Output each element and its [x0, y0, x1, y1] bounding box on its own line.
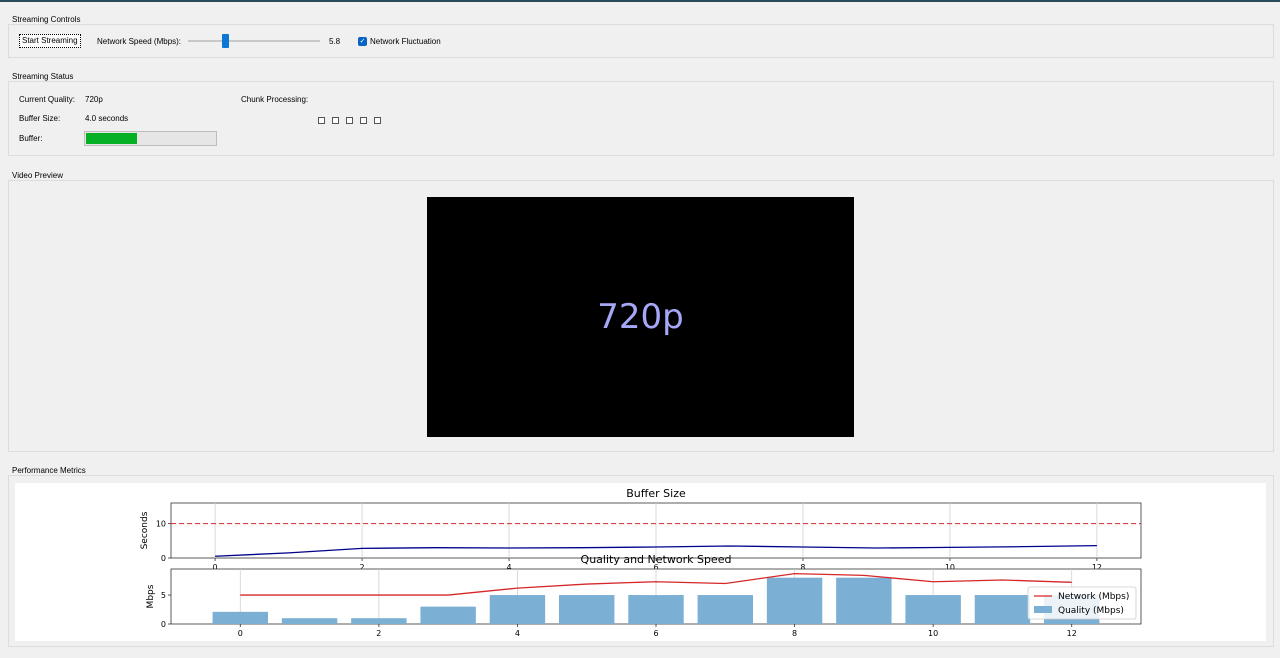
chunk-indicator	[346, 117, 353, 124]
legend-quality-label: Quality (Mbps)	[1058, 606, 1124, 616]
quality-bar	[351, 618, 407, 624]
quality-xtick-label: 0	[238, 629, 243, 638]
buffer-ytick-label: 0	[161, 554, 166, 563]
chunk-indicator	[332, 117, 339, 124]
quality-ytick-label: 0	[161, 620, 166, 629]
quality-bar	[766, 577, 823, 624]
buffer-progress-bar	[84, 131, 217, 146]
video-display: 720p	[427, 197, 854, 437]
buffer-size-value: 4.0 seconds	[85, 114, 129, 123]
network-fluctuation-checkbox[interactable]: ✓	[358, 37, 367, 46]
quality-bar	[281, 618, 338, 624]
chunk-processing-label: Chunk Processing:	[241, 95, 309, 104]
quality-xtick-label: 6	[653, 629, 658, 638]
buffer-progress-fill	[86, 133, 138, 144]
window-top-border	[0, 0, 1280, 2]
quality-bar	[420, 606, 476, 624]
quality-xtick-label: 12	[1067, 629, 1077, 638]
start-streaming-button[interactable]: Start Streaming	[19, 34, 81, 48]
buffer-size-label: Buffer Size:	[19, 114, 61, 123]
metrics-plot-panel: 0 2 4 6 8 10 12 0 10 Buffer Size Seconds 0 2 4 6 8 10 12 0…	[15, 483, 1266, 641]
quality-ytick-label: 5	[161, 591, 166, 600]
quality-xtick-label: 10	[928, 629, 938, 638]
buffer-ytick-label: 10	[156, 520, 166, 529]
network-speed-slider-thumb[interactable]	[221, 34, 229, 48]
streaming-status-title: Streaming Status	[10, 72, 76, 81]
legend-quality-swatch	[1034, 606, 1052, 613]
network-fluctuation-label[interactable]: Network Fluctuation	[370, 37, 441, 46]
performance-metrics-title: Performance Metrics	[10, 466, 88, 475]
buffer-ylabel: Seconds	[140, 511, 150, 549]
quality-xtick-label: 2	[376, 629, 381, 638]
quality-bar	[212, 611, 268, 624]
quality-bar	[559, 595, 615, 624]
legend-network-label: Network (Mbps)	[1058, 592, 1129, 602]
quality-xtick-label: 4	[515, 629, 520, 638]
metrics-figure: 0 2 4 6 8 10 12010Buffer SizeSeconds0 2 4 6 8 10 120…	[140, 487, 1142, 638]
quality-bar	[489, 595, 546, 624]
quality-bar	[974, 595, 1031, 624]
video-quality-text: 720p	[597, 297, 684, 337]
network-speed-value: 5.8	[329, 37, 341, 46]
quality-xtick-label: 8	[792, 629, 797, 638]
network-speed-label: Network Speed (Mbps):	[97, 37, 182, 46]
quality-bar	[836, 577, 892, 624]
video-preview-title: Video Preview	[10, 171, 65, 180]
quality-chart-title: Quality and Network Speed	[581, 553, 732, 566]
chunk-indicator	[360, 117, 367, 124]
quality-bar	[697, 595, 753, 624]
current-quality-value: 720p	[85, 95, 103, 104]
chunk-indicator	[318, 117, 325, 124]
quality-ylabel: Mbps	[146, 584, 156, 608]
buffer-label: Buffer:	[19, 134, 43, 143]
streaming-controls-title: Streaming Controls	[10, 15, 83, 24]
quality-bar	[905, 595, 961, 624]
current-quality-label: Current Quality:	[19, 95, 76, 104]
chunk-indicator	[374, 117, 381, 124]
network-speed-slider[interactable]	[188, 40, 320, 42]
buffer-chart-title: Buffer Size	[626, 487, 686, 500]
quality-bar	[628, 595, 684, 624]
